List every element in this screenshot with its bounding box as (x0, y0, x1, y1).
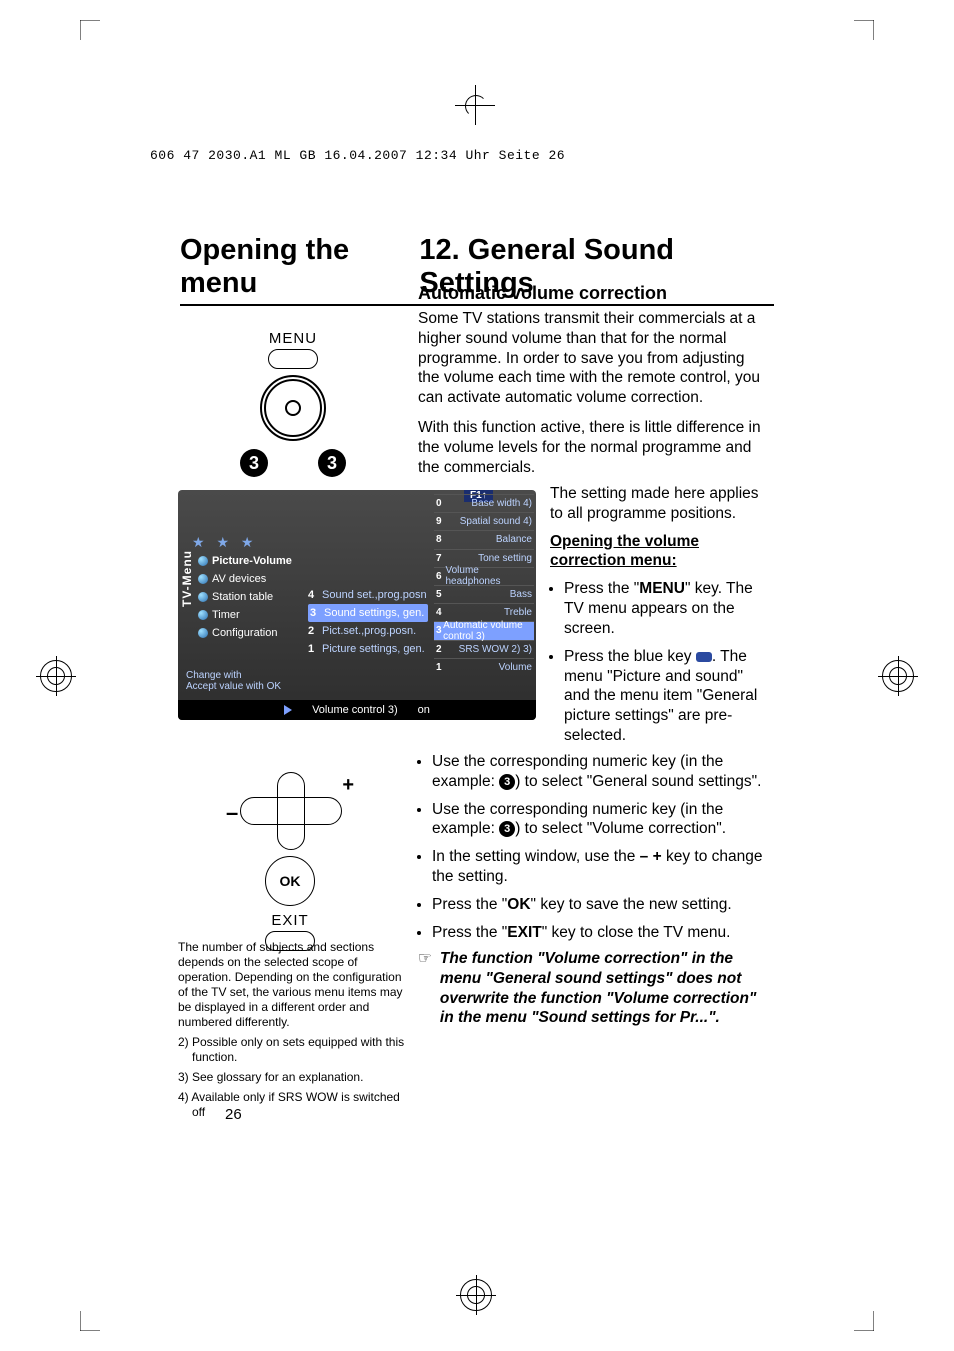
registration-mark-right (882, 660, 914, 692)
osd-sub1-item: 1Picture settings, gen. (308, 640, 428, 658)
step-change-setting: In the setting window, use the – + key t… (432, 847, 768, 887)
minus-icon: – (226, 800, 238, 826)
osd-sub2-item: 8Balance (434, 530, 534, 548)
osd-main-item: AV devices (198, 570, 303, 588)
note-callout: ☞ The function "Volume correction" in th… (418, 949, 768, 1028)
remote-diagram-bottom: + – OK EXIT (205, 770, 375, 957)
note-text: The function "Volume correction" in the … (440, 949, 768, 1028)
osd-sub2-item: 6Volume headphones (434, 567, 534, 585)
osd-sidebar-title: TV-Menu (180, 550, 194, 607)
pointing-hand-icon: ☞ (418, 949, 432, 1028)
registration-mark-bottom (460, 1279, 492, 1311)
intro-paragraph-2: With this function active, there is litt… (418, 418, 768, 477)
osd-sub2-item: 1Volume (434, 658, 534, 676)
osd-stars-icon: ★ ★ ★ (192, 534, 257, 551)
open-menu-heading: Opening the volume correction menu: (550, 533, 699, 570)
print-job-header: 606 47 2030.A1 ML GB 16.04.2007 12:34 Uh… (150, 148, 565, 163)
osd-footer-label: Volume control 3) (312, 704, 398, 716)
osd-sub2-item: 9Spatial sound 4) (434, 512, 534, 530)
osd-sub1-item: 4Sound set.,prog.posn (308, 586, 428, 604)
numeric-3-badge-left: 3 (240, 449, 268, 477)
numeric-key-3-icon: 3 (499, 774, 515, 790)
plus-icon: + (342, 774, 354, 797)
osd-sub2-item: 0Base width 4) (434, 494, 534, 512)
osd-submenu-2: 0Base width 4) 9Spatial sound 4) 8Balanc… (434, 494, 534, 676)
osd-main-item: Station table (198, 588, 303, 606)
osd-footer: Volume control 3) on (178, 700, 536, 720)
osd-main-item: Picture-Volume (198, 552, 303, 570)
osd-sub2-item: 4Treble (434, 603, 534, 621)
tv-osd-screenshot: ★ ★ ★ TV-Menu Picture-Volume AV devices … (178, 490, 536, 720)
step-press-exit: Press the "EXIT" key to close the TV men… (432, 923, 768, 943)
footnote-3: 3) See glossary for an explanation. (178, 1070, 408, 1085)
footnote-2: 2) Possible only on sets equipped with t… (178, 1035, 408, 1065)
page-title-left: Opening the menu (180, 234, 419, 300)
registration-mark-left (40, 660, 72, 692)
step-press-ok: Press the "OK" key to save the new setti… (432, 895, 768, 915)
osd-main-item: Configuration (198, 624, 303, 642)
osd-hint: Change with Accept value with OK (186, 670, 281, 692)
nav-ring-icon (260, 375, 326, 441)
osd-footer-value: on (418, 704, 430, 716)
osd-main-item: Timer (198, 606, 303, 624)
footnote-4: 4) Available only if SRS WOW is switched… (178, 1090, 408, 1120)
step-press-blue: Press the blue key . The menu "Picture a… (564, 647, 768, 746)
osd-sub1-item: 2Pict.set.,prog.posn. (308, 622, 428, 640)
osd-sub1-item: 3Sound settings, gen. (308, 604, 428, 622)
osd-sub2-item: 2SRS WOW 2) 3) (434, 640, 534, 658)
intro-paragraph-1: Some TV stations transmit their commerci… (418, 309, 768, 408)
osd-main-list: Picture-Volume AV devices Station table … (198, 552, 303, 642)
step-press-menu: Press the "MENU" key. The TV menu appear… (564, 579, 768, 638)
footnote-intro: The number of subjects and sections depe… (178, 940, 408, 1030)
menu-button-icon (268, 349, 318, 369)
osd-sub2-item: 5Bass (434, 585, 534, 603)
step-numeric-volume-correction: Use the corresponding numeric key (in th… (432, 800, 768, 840)
osd-sub2-item: 7Tone setting (434, 549, 534, 567)
menu-key-label: MENU (178, 330, 408, 347)
lower-steps: Use the corresponding numeric key (in th… (418, 752, 768, 951)
page-number: 26 (225, 1106, 242, 1123)
play-triangle-icon (284, 705, 292, 715)
registration-cross-top (455, 85, 495, 125)
numeric-3-badge-right: 3 (318, 449, 346, 477)
osd-submenu-1: 4Sound set.,prog.posn 3Sound settings, g… (308, 586, 428, 658)
ok-button-icon: OK (265, 856, 315, 906)
footnotes: The number of subjects and sections depe… (178, 940, 408, 1125)
numeric-key-3-icon: 3 (499, 821, 515, 837)
blue-key-icon (696, 652, 712, 662)
section-subtitle: Automatic volume correction (418, 283, 667, 304)
step-numeric-sound: Use the corresponding numeric key (in th… (432, 752, 768, 792)
exit-key-label: EXIT (205, 912, 375, 929)
applies-text: The setting made here applies to all pro… (550, 484, 768, 524)
osd-sub2-item: 3Automatic volume control 3) (434, 621, 534, 639)
intro-paragraphs: Some TV stations transmit their commerci… (418, 309, 768, 488)
right-narrow-column: The setting made here applies to all pro… (550, 484, 768, 754)
remote-diagram-top: MENU 3 3 (178, 330, 408, 477)
